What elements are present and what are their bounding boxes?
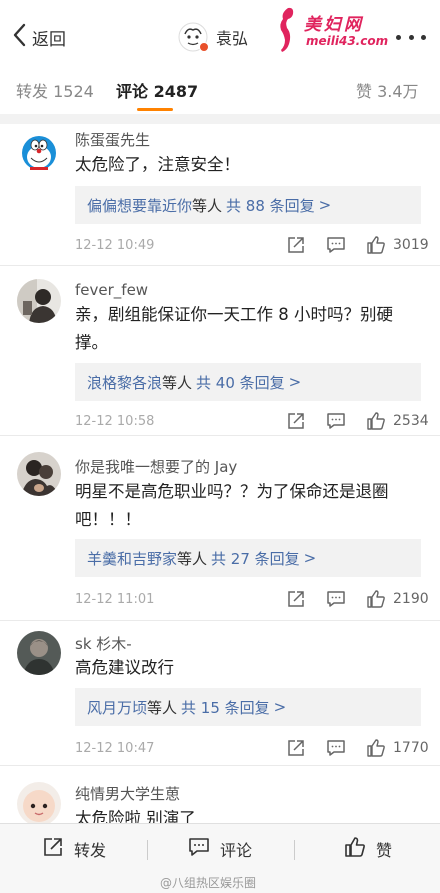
reply-suffix: 等人: [192, 196, 223, 215]
back-button[interactable]: 返回: [12, 22, 66, 52]
reply-icon[interactable]: [326, 411, 348, 433]
comment-username[interactable]: fever_few: [75, 281, 148, 299]
back-label: 返回: [32, 29, 66, 50]
like-count: 1770: [393, 740, 429, 756]
like-count: 3019: [393, 237, 429, 253]
tab-comments[interactable]: 评论 2487: [116, 78, 198, 102]
comment-item: sk 杉木- 高危建议改行 风月万顷 等人 共 15 条回复 > 12-12 1…: [0, 621, 440, 766]
share-icon[interactable]: [286, 738, 308, 760]
thumbs-up-icon[interactable]: [366, 738, 388, 760]
thumbs-up-icon: [344, 836, 366, 862]
comment-text: 太危险了，注意安全！: [75, 155, 240, 174]
repost-label: 转发: [74, 841, 107, 860]
comment-time: 12-12 10:47: [75, 741, 155, 756]
active-tab-indicator: [137, 108, 173, 111]
section-divider: [0, 114, 440, 124]
comment-time: 12-12 11:01: [75, 592, 155, 607]
tab-bar: 转发 1524 评论 2487 赞 3.4万: [0, 64, 440, 114]
divider: [147, 840, 148, 860]
comment-item: 纯情男大学生葸 太危险啦 别演了: [0, 766, 440, 823]
reply-summary[interactable]: 羊羹和吉野家 等人 共 27 条回复 >: [75, 539, 421, 577]
divider: [294, 840, 295, 860]
reply-count: 共 40 条回复: [196, 373, 285, 392]
reply-summary[interactable]: 风月万顷 等人 共 15 条回复 >: [75, 688, 421, 726]
more-dots-icon[interactable]: [396, 30, 426, 44]
share-icon[interactable]: [286, 589, 308, 611]
thumbs-up-icon[interactable]: [366, 235, 388, 257]
comment-item: 陈蛋蛋先生 太危险了，注意安全！ 偏偏想要靠近你 等人 共 88 条回复 > 1…: [0, 124, 440, 266]
reply-icon[interactable]: [326, 235, 348, 257]
share-icon[interactable]: [286, 235, 308, 257]
author-name: 袁弘: [216, 29, 249, 48]
reply-icon[interactable]: [326, 589, 348, 611]
source-watermark: @八组热区娱乐圈: [160, 876, 257, 890]
comment-time: 12-12 10:58: [75, 414, 155, 429]
reply-names: 偏偏想要靠近你: [87, 196, 193, 215]
reply-names: 风月万顷: [87, 698, 148, 717]
like-count: 2534: [393, 413, 429, 429]
reply-count: 共 27 条回复: [211, 549, 300, 568]
top-navigation-bar: 返回 袁弘 美妇网 meili43.com: [0, 0, 440, 64]
reply-arrow: >: [273, 698, 287, 716]
reply-summary[interactable]: 浪格黎各浪 等人 共 40 条回复 >: [75, 363, 421, 401]
doraemon-avatar-icon[interactable]: [17, 130, 61, 174]
reply-names: 浪格黎各浪: [87, 373, 163, 392]
reply-icon[interactable]: [326, 738, 348, 760]
like-count: 2190: [393, 591, 429, 607]
reply-suffix: 等人: [147, 698, 178, 717]
woman-silhouette-logo: [280, 7, 294, 52]
comment-text: 亲，剧组能保证你一天工作 8 小时吗？别硬撑。: [75, 305, 393, 352]
reply-arrow: >: [288, 373, 302, 391]
share-icon[interactable]: [286, 411, 308, 433]
comment-item: fever_few 亲，剧组能保证你一天工作 8 小时吗？别硬撑。 浪格黎各浪 …: [0, 266, 440, 436]
reply-names: 羊羹和吉野家: [87, 549, 178, 568]
page-title[interactable]: 袁弘: [178, 18, 248, 56]
repost-button[interactable]: 转发: [42, 836, 106, 862]
author-avatar: [178, 22, 209, 52]
comment-item: 你是我唯一想要了的 Jay 明星不是高危职业吗？？为了保命还是退圈吧！！！ 羊羹…: [0, 436, 440, 621]
photo-avatar-icon[interactable]: [17, 452, 61, 496]
thumbs-up-icon[interactable]: [366, 411, 388, 433]
share-icon: [42, 836, 64, 862]
comment-username[interactable]: 你是我唯一想要了的 Jay: [75, 456, 237, 477]
like-button[interactable]: 赞: [344, 836, 392, 862]
chevron-left-icon: [12, 23, 28, 51]
reply-icon: [188, 836, 210, 862]
comment-label: 评论: [220, 841, 253, 860]
tab-likes[interactable]: 赞 3.4万: [356, 78, 419, 102]
site-watermark: 美妇网 meili43.com: [272, 4, 394, 54]
reply-arrow: >: [318, 196, 332, 214]
comment-username[interactable]: sk 杉木-: [75, 633, 132, 654]
reply-count: 共 88 条回复: [226, 196, 315, 215]
comment-time: 12-12 10:49: [75, 238, 155, 253]
comment-username[interactable]: 陈蛋蛋先生: [75, 129, 150, 150]
photo-avatar-icon[interactable]: [17, 631, 61, 675]
comment-button[interactable]: 评论: [188, 836, 252, 862]
comment-username[interactable]: 纯情男大学生葸: [75, 783, 180, 804]
reply-arrow: >: [303, 549, 317, 567]
reply-count: 共 15 条回复: [181, 698, 270, 717]
photo-avatar-icon[interactable]: [17, 279, 61, 323]
reply-summary[interactable]: 偏偏想要靠近你 等人 共 88 条回复 >: [75, 186, 421, 224]
watermark-title: 美妇网: [304, 15, 364, 35]
verified-badge: [199, 42, 209, 52]
tab-reposts[interactable]: 转发 1524: [16, 78, 94, 102]
reply-suffix: 等人: [162, 373, 193, 392]
reply-suffix: 等人: [177, 549, 208, 568]
like-label: 赞: [376, 841, 393, 860]
comment-text: 明星不是高危职业吗？？为了保命还是退圈吧！！！: [75, 482, 389, 529]
baby-avatar-icon[interactable]: [17, 782, 61, 823]
watermark-url: meili43.com: [306, 34, 389, 48]
comment-text: 高危建议改行: [75, 658, 174, 677]
comment-text: 太危险啦 别演了: [75, 809, 196, 823]
bottom-action-bar: 转发 评论 赞 @八组热区娱乐圈: [0, 823, 440, 893]
thumbs-up-icon[interactable]: [366, 589, 388, 611]
